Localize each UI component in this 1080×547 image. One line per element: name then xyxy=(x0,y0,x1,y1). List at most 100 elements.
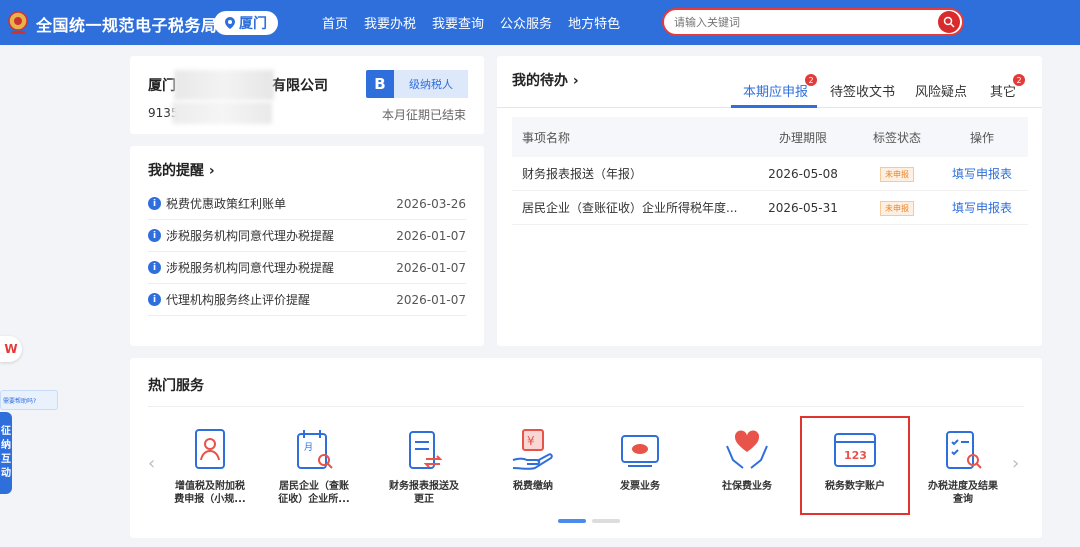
redacted-tax-id xyxy=(172,102,272,124)
info-icon: i xyxy=(148,261,161,274)
wps-float-button[interactable]: W xyxy=(0,336,22,362)
status-badge: 未申报 xyxy=(880,200,914,216)
item-name: 财务报表报送（年报） xyxy=(522,167,643,181)
carousel-next-button[interactable]: › xyxy=(1012,453,1019,474)
list-item[interactable]: i 涉税服务机构同意代理办税提醒 2026-01-07 xyxy=(148,252,466,284)
region-selector[interactable]: 厦门 xyxy=(214,11,278,35)
search-icon xyxy=(943,16,955,28)
redacted-company-name xyxy=(174,70,274,100)
top-header: 全国统一规范电子税务局 厦门 首页 我要办税 我要查询 公众服务 地方特色 xyxy=(0,0,1080,45)
reminder-text: 代理机构服务终止评价提醒 xyxy=(166,293,311,307)
svg-text:月: 月 xyxy=(304,442,313,453)
tax-emblem-icon xyxy=(8,11,28,34)
fill-declaration-link[interactable]: 填写申报表 xyxy=(936,165,1028,182)
hands-heart-icon xyxy=(726,430,768,469)
table-row: 财务报表报送（年报） 2026-05-08 未申报 填写申报表 xyxy=(512,157,1028,191)
help-interaction-tab[interactable]: 征 纳 互 动 xyxy=(0,412,12,494)
hot-services-title: 热门服务 xyxy=(148,378,204,394)
nav-public-service[interactable]: 公众服务 xyxy=(500,13,552,32)
tab-documents-to-sign[interactable]: 待签收文书 xyxy=(830,81,895,100)
info-icon: i xyxy=(148,197,161,210)
carousel-prev-button[interactable]: ‹ xyxy=(148,453,155,474)
wps-icon: W xyxy=(4,342,18,356)
table-header: 事项名称 办理期限 标签状态 操作 xyxy=(512,117,1028,157)
col-item-name: 事项名称 xyxy=(522,130,571,145)
nav-home[interactable]: 首页 xyxy=(322,13,348,32)
person-document-icon xyxy=(195,429,225,469)
taxpayer-level-badge: B 级纳税人 xyxy=(366,70,468,98)
help-bubble: 需要帮助吗? xyxy=(0,390,58,410)
reminder-list: i 税费优惠政策红利账单 2026-03-26 i 涉税服务机构同意代理办税提醒… xyxy=(148,188,466,316)
report-exchange-icon xyxy=(409,431,443,469)
nav-local-features[interactable]: 地方特色 xyxy=(568,13,620,32)
service-financial-report[interactable]: 财务报表报送及 更正 xyxy=(374,426,474,516)
service-label: 办税进度及结果 查询 xyxy=(928,481,998,505)
highlight-frame xyxy=(800,416,910,515)
col-deadline: 办理期限 xyxy=(778,130,827,145)
service-income-tax[interactable]: 月 居民企业（查账 征收）企业所... xyxy=(264,426,364,516)
service-label: 增值税及附加税 费申报（小规... xyxy=(174,481,246,505)
service-social-security[interactable]: 社保费业务 xyxy=(697,426,797,516)
item-deadline: 2026-05-08 xyxy=(768,166,838,181)
service-label: 发票业务 xyxy=(620,481,660,492)
service-label: 财务报表报送及 更正 xyxy=(389,481,459,505)
reminder-text: 涉税服务机构同意代理办税提醒 xyxy=(166,261,335,275)
site-title: 全国统一规范电子税务局 xyxy=(36,16,218,35)
list-item[interactable]: i 代理机构服务终止评价提醒 2026-01-07 xyxy=(148,284,466,316)
svg-text:¥: ¥ xyxy=(527,434,535,448)
carousel-dots xyxy=(558,519,620,523)
reminder-date: 2026-03-26 xyxy=(396,196,466,211)
service-label: 社保费业务 xyxy=(722,481,772,492)
search-input[interactable] xyxy=(674,13,924,31)
checklist-search-icon xyxy=(946,431,982,469)
notification-badge: 2 xyxy=(1013,74,1026,86)
tab-current-declaration[interactable]: 本期应申报 2 xyxy=(743,74,818,100)
todo-tabs: 我的待办 › 本期应申报 2 待签收文书 风险疑点 其它 2 xyxy=(497,56,1042,108)
tab-risk-doubts[interactable]: 风险疑点 xyxy=(915,81,967,100)
service-label: 税费缴纳 xyxy=(513,481,553,492)
fill-declaration-link[interactable]: 填写申报表 xyxy=(936,199,1028,216)
tab-others[interactable]: 其它 2 xyxy=(990,74,1026,100)
list-item[interactable]: i 涉税服务机构同意代理办税提醒 2026-01-07 xyxy=(148,220,466,252)
notification-badge: 2 xyxy=(805,74,818,86)
service-invoice[interactable]: 发票业务 xyxy=(590,426,690,516)
reminder-card: 我的提醒 › i 税费优惠政策红利账单 2026-03-26 i 涉税服务机构同… xyxy=(130,146,484,346)
invoice-card-icon xyxy=(621,435,659,467)
nav-tax-handling[interactable]: 我要办税 xyxy=(364,13,416,32)
service-label: 居民企业（查账 征收）企业所... xyxy=(278,481,350,505)
service-progress-query[interactable]: 办税进度及结果 查询 xyxy=(913,426,1013,516)
list-item[interactable]: i 税费优惠政策红利账单 2026-03-26 xyxy=(148,188,466,220)
carousel-dot[interactable] xyxy=(592,519,620,523)
col-status: 标签状态 xyxy=(872,130,921,145)
service-tax-payment[interactable]: ¥ 税费缴纳 xyxy=(483,426,583,516)
active-tab-indicator xyxy=(731,105,817,108)
status-badge: 未申报 xyxy=(880,166,914,182)
search-button[interactable] xyxy=(938,11,960,33)
location-pin-icon xyxy=(225,17,235,29)
hot-services-card: 热门服务 ‹ › 增值税及附加税 费申报（小规... 月 居民企业（查账 征收）企业… xyxy=(130,358,1042,538)
reminder-text: 涉税服务机构同意代理办税提醒 xyxy=(166,229,335,243)
divider xyxy=(148,406,1024,407)
company-card: 厦门 有限公司 9135 B 级纳税人 本月征期已结束 xyxy=(130,56,484,134)
col-action: 操作 xyxy=(969,130,994,145)
calendar-search-icon: 月 xyxy=(297,430,333,469)
main-nav: 首页 我要办税 我要查询 公众服务 地方特色 xyxy=(322,0,620,45)
todo-card: 我的待办 › 本期应申报 2 待签收文书 风险疑点 其它 2 事项名称 办理期限… xyxy=(497,56,1042,346)
item-name: 居民企业（查账征收）企业所得税年度... xyxy=(522,201,738,215)
item-deadline: 2026-05-31 xyxy=(768,200,838,215)
reminder-title[interactable]: 我的提醒 › xyxy=(148,160,215,180)
service-vat-declaration[interactable]: 增值税及附加税 费申报（小规... xyxy=(160,426,260,516)
taxpayer-level-text: 级纳税人 xyxy=(394,70,468,98)
info-icon: i xyxy=(148,229,161,242)
reminder-date: 2026-01-07 xyxy=(396,260,466,275)
reminder-date: 2026-01-07 xyxy=(396,292,466,307)
taxpayer-level-letter: B xyxy=(366,70,394,98)
period-status: 本月征期已结束 xyxy=(381,108,466,122)
search-box xyxy=(662,8,964,36)
carousel-dot-active[interactable] xyxy=(558,519,586,523)
nav-query[interactable]: 我要查询 xyxy=(432,13,484,32)
todo-title[interactable]: 我的待办 › xyxy=(512,70,579,90)
info-icon: i xyxy=(148,293,161,306)
reminder-date: 2026-01-07 xyxy=(396,228,466,243)
hand-yuan-icon: ¥ xyxy=(512,429,553,470)
